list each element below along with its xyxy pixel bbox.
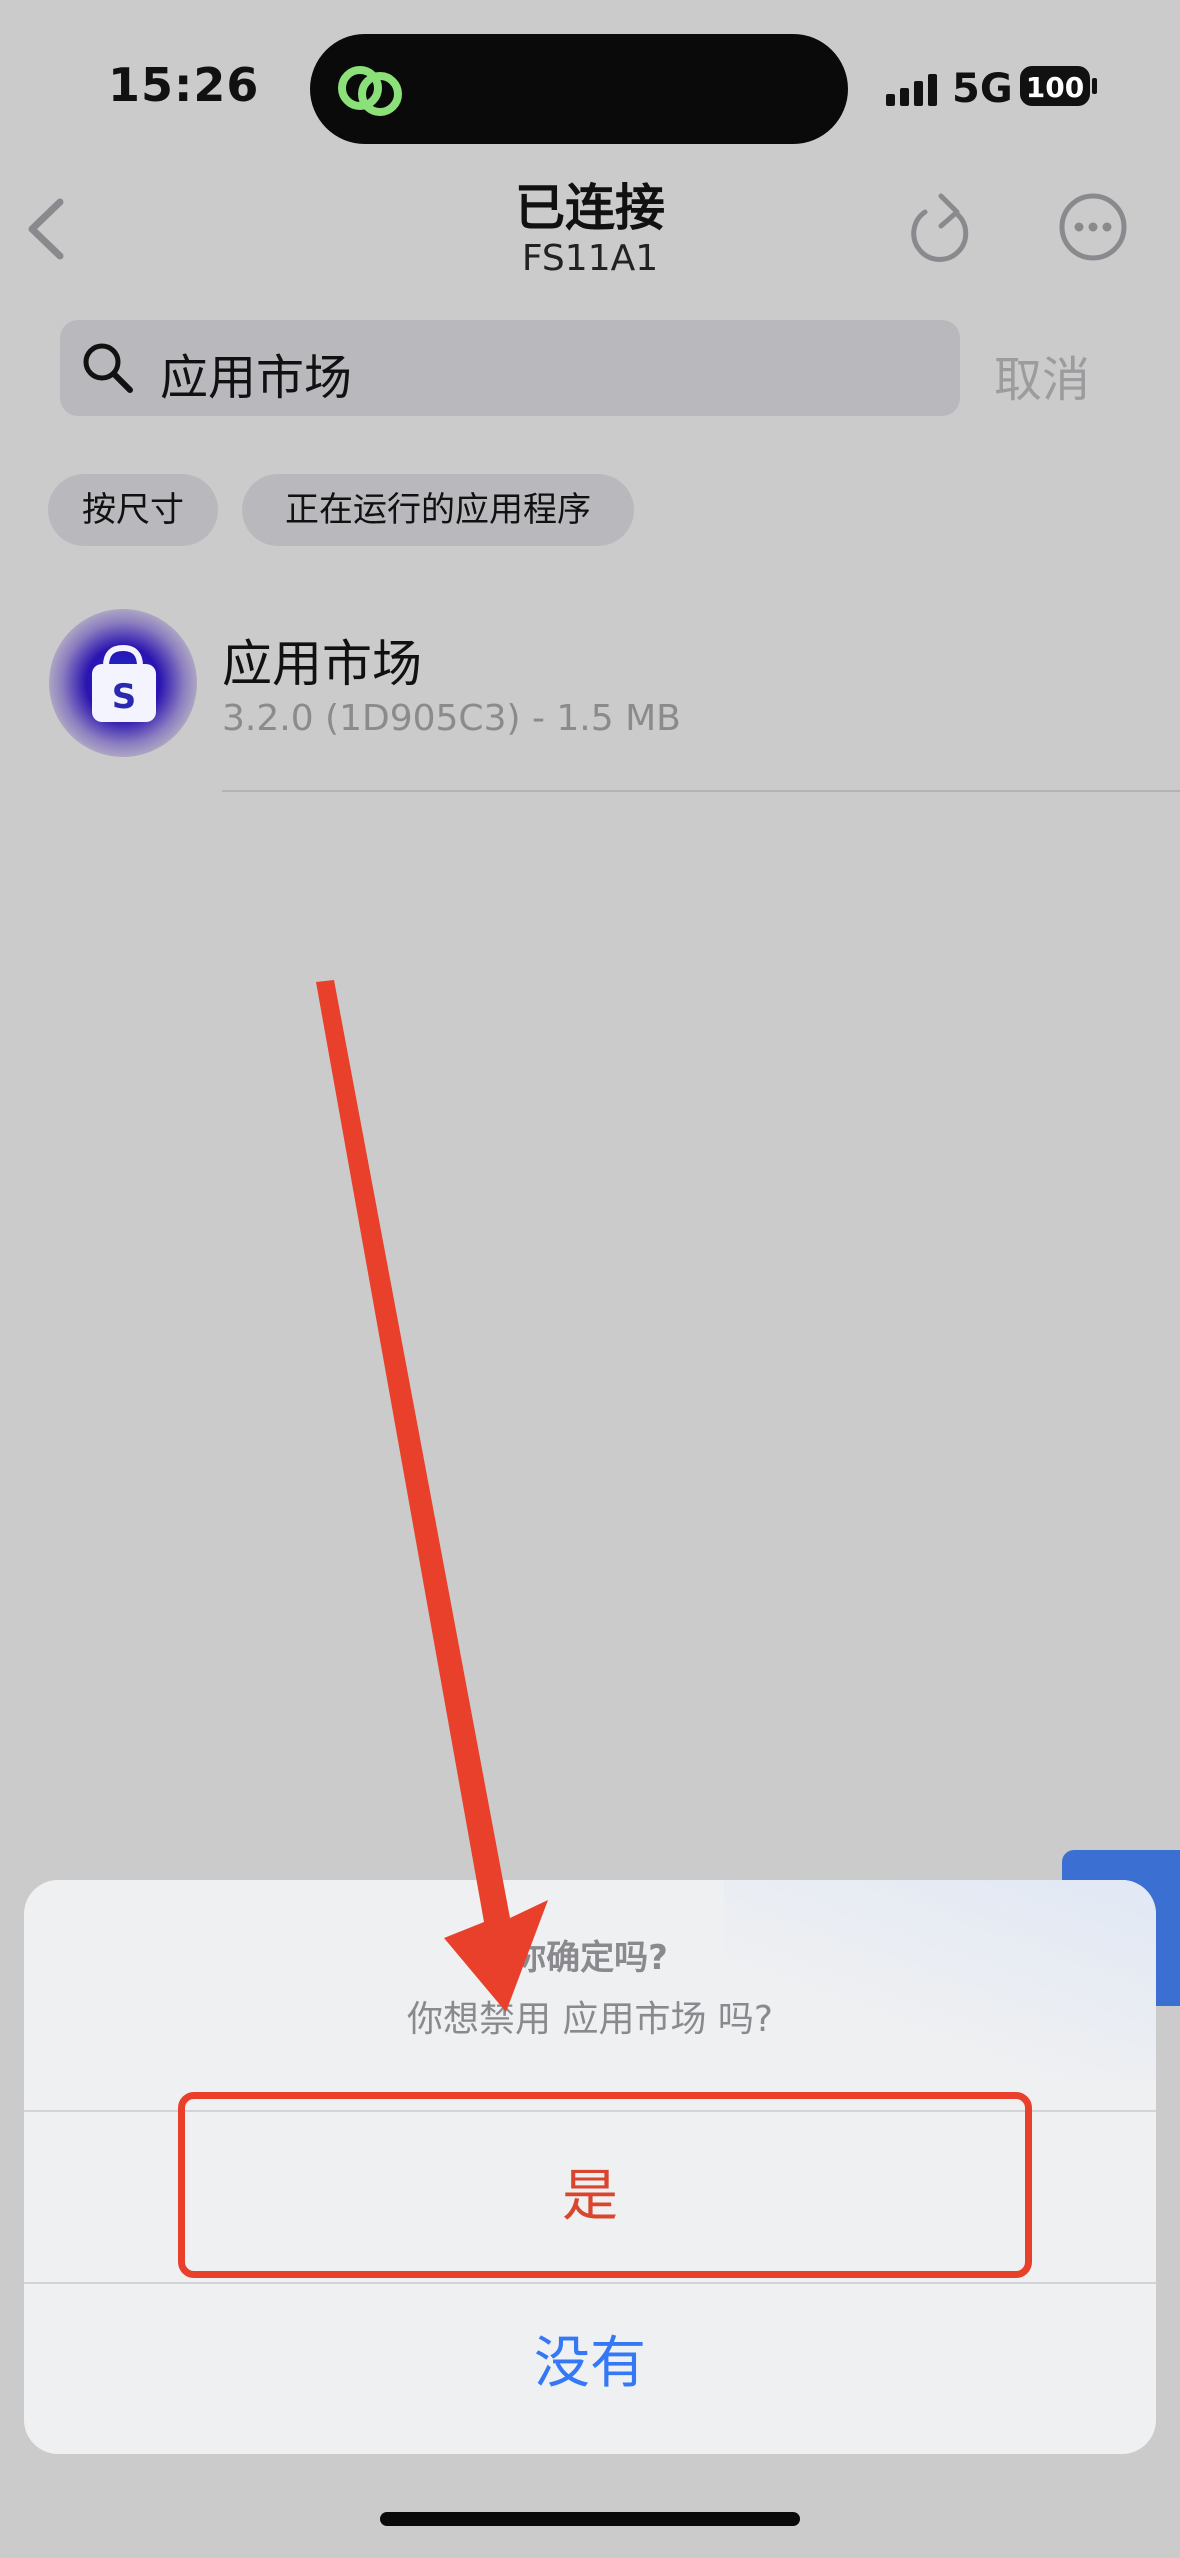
annotation-highlight-box (178, 2092, 1032, 2278)
search-field[interactable]: 应用市场 (60, 320, 960, 416)
app-icon-letter: S (112, 677, 137, 717)
search-input-value[interactable]: 应用市场 (160, 338, 352, 408)
battery-level: 100 (1026, 71, 1084, 104)
filter-chip-running[interactable]: 正在运行的应用程序 (242, 474, 634, 546)
more-icon[interactable] (1058, 192, 1128, 262)
row-divider (222, 790, 1180, 792)
page-title: 已连接 (515, 179, 665, 237)
search-icon (83, 343, 133, 393)
cancel-search-button[interactable]: 取消 (994, 340, 1090, 410)
sheet-title: 你确定吗? (512, 1938, 668, 1978)
refresh-icon[interactable] (905, 190, 975, 266)
battery-icon: 100 (1020, 66, 1097, 106)
device-name: FS11A1 (521, 238, 659, 279)
app-market-icon[interactable]: S (48, 608, 198, 758)
signal-icon (886, 74, 937, 106)
app-name[interactable]: 应用市场 (222, 624, 422, 696)
app-version-size: 3.2.0 (1D905C3) - 1.5 MB (222, 698, 681, 739)
sheet-message: 你想禁用 应用市场 吗? (407, 1999, 773, 2040)
confirm-no-button[interactable]: 没有 (24, 2284, 1156, 2454)
sheet-highlight (724, 1880, 1156, 2080)
filter-chip-size[interactable]: 按尺寸 (48, 474, 218, 546)
network-type: 5G (952, 66, 1013, 112)
link-icon (338, 66, 402, 116)
status-time: 15:26 (108, 58, 260, 112)
home-indicator[interactable] (380, 2512, 800, 2526)
